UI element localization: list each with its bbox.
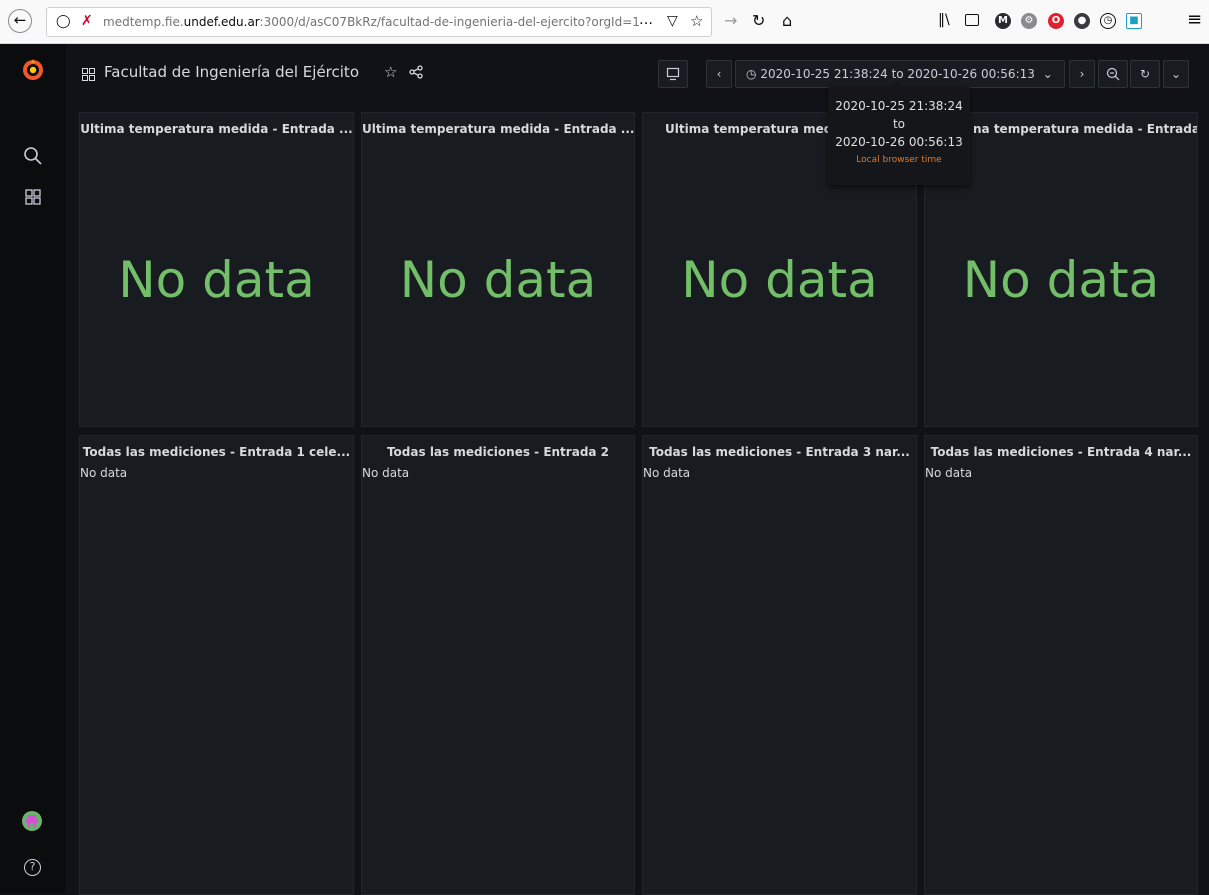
no-data-message: No data (643, 466, 691, 480)
panel-title[interactable]: Todas las mediciones - Entrada 2 (362, 445, 634, 459)
url-host: undef.edu.ar (183, 15, 260, 29)
extension-gear-icon[interactable]: ⚙ (1021, 13, 1037, 29)
dashboard-title[interactable]: Facultad de Ingeniería del Ejército (104, 63, 359, 81)
tv-mode-button[interactable] (658, 60, 688, 88)
monitor-icon (666, 67, 680, 81)
url-text[interactable]: medtemp.fie.undef.edu.ar:3000/d/asC07BkR… (103, 15, 640, 29)
stat-value: No data (962, 251, 1160, 309)
refresh-button[interactable]: ↻ (1130, 60, 1160, 88)
dashboard-grid-icon (82, 68, 95, 81)
time-range-label: 2020-10-25 21:38:24 to 2020-10-26 00:56:… (760, 67, 1035, 81)
panel-title[interactable]: Todas las mediciones - Entrada 1 cele... (80, 445, 353, 459)
forward-icon[interactable]: → (724, 11, 737, 30)
zoom-out-icon (1106, 67, 1120, 81)
timeseries-panel[interactable]: Todas las mediciones - Entrada 4 nar... … (924, 435, 1198, 895)
back-icon[interactable]: ← (8, 9, 32, 33)
tooltip-to-word: to (892, 117, 906, 131)
stat-panel[interactable]: Ultima temperatura medida - Entrada ... … (361, 112, 635, 427)
url-bar[interactable]: ◯ ✗ medtemp.fie.undef.edu.ar:3000/d/asC0… (46, 7, 712, 37)
extension-tracker-icon[interactable]: ● (1074, 13, 1090, 29)
tooltip-timezone: Local browser time (856, 155, 942, 165)
tooltip-to: 2020-10-26 00:56:13 (835, 135, 963, 149)
chevron-right-icon: › (1079, 67, 1085, 81)
panel-title[interactable]: Todas las mediciones - Entrada 3 nar... (643, 445, 916, 459)
help-icon[interactable]: ? (24, 859, 41, 876)
browser-toolbar: ← ◯ ✗ medtemp.fie.undef.edu.ar:3000/d/as… (0, 0, 1209, 44)
avatar[interactable] (22, 811, 42, 831)
grafana-app: ? Facultad de Ingeniería del Ejército ☆ … (0, 44, 1209, 895)
more-actions-icon[interactable]: … (639, 12, 654, 28)
panel-title[interactable]: Ultima temperatura medida - Entrada ... (80, 122, 353, 136)
grafana-logo-icon[interactable] (21, 58, 45, 82)
tracking-shield-icon[interactable]: ◯ (56, 14, 71, 29)
side-menu: ? (0, 44, 66, 893)
panel-title[interactable]: Ultima temperatura medida - Entrada ... (362, 122, 634, 136)
stat-value: No data (118, 251, 315, 309)
favorite-star-icon[interactable]: ☆ (384, 63, 397, 81)
bookmark-star-icon[interactable]: ☆ (690, 12, 703, 30)
clock-icon: ◷ (746, 67, 757, 81)
share-icon[interactable] (409, 65, 423, 79)
timeseries-panel[interactable]: Todas las mediciones - Entrada 1 cele...… (79, 435, 354, 895)
time-range-tooltip: 2020-10-25 21:38:24 to 2020-10-26 00:56:… (828, 81, 970, 185)
no-data-message: No data (925, 466, 973, 480)
zoom-out-button[interactable] (1098, 60, 1128, 88)
reload-icon[interactable]: ↻ (752, 11, 765, 30)
stat-value: No data (681, 251, 878, 309)
extension-clock-icon[interactable]: ◷ (1100, 13, 1116, 29)
extension-m-icon[interactable]: M (995, 13, 1011, 29)
dashboard-navbar: Facultad de Ingeniería del Ejército ☆ ‹ … (66, 44, 1209, 104)
dashboards-icon[interactable] (25, 189, 41, 205)
sidebar-icon[interactable] (965, 14, 979, 26)
search-icon[interactable] (23, 146, 43, 166)
no-data-message: No data (362, 466, 410, 480)
chevron-down-icon: ⌄ (1042, 67, 1053, 81)
no-data-message: No data (80, 466, 128, 480)
avatar-image-icon (26, 815, 38, 827)
time-shift-forward-button[interactable]: › (1069, 60, 1095, 88)
chevron-left-icon: ‹ (716, 67, 722, 81)
extension-save-icon[interactable]: ■ (1126, 13, 1142, 29)
stat-value: No data (399, 251, 597, 309)
tooltip-from: 2020-10-25 21:38:24 (835, 99, 963, 113)
hamburger-menu-icon[interactable]: ≡ (1187, 9, 1202, 30)
url-prefix: medtemp.fie. (103, 15, 184, 29)
chevron-down-icon: ⌄ (1170, 67, 1182, 81)
timeseries-panel[interactable]: Todas las mediciones - Entrada 2 No data (361, 435, 635, 895)
timeseries-panel[interactable]: Todas las mediciones - Entrada 3 nar... … (642, 435, 917, 895)
home-icon[interactable]: ⌂ (782, 11, 792, 30)
panel-title[interactable]: na temperatura medida - Entrada ... (973, 122, 1197, 136)
insecure-lock-icon[interactable]: ✗ (81, 13, 93, 29)
pocket-icon[interactable]: ▽ (667, 13, 678, 29)
stat-panel[interactable]: Ultima temperatura medida - Entrada ... … (79, 112, 354, 427)
library-icon[interactable]: ‖\ (938, 12, 950, 28)
refresh-interval-dropdown[interactable]: ⌄ (1163, 60, 1189, 88)
time-shift-back-button[interactable]: ‹ (706, 60, 732, 88)
refresh-icon: ↻ (1139, 67, 1151, 81)
url-path: :3000/d/asC07BkRz/facultad-de-ingenieria… (259, 15, 640, 29)
panel-title[interactable]: Todas las mediciones - Entrada 4 nar... (925, 445, 1197, 459)
extension-ublock-icon[interactable]: O (1048, 13, 1064, 29)
